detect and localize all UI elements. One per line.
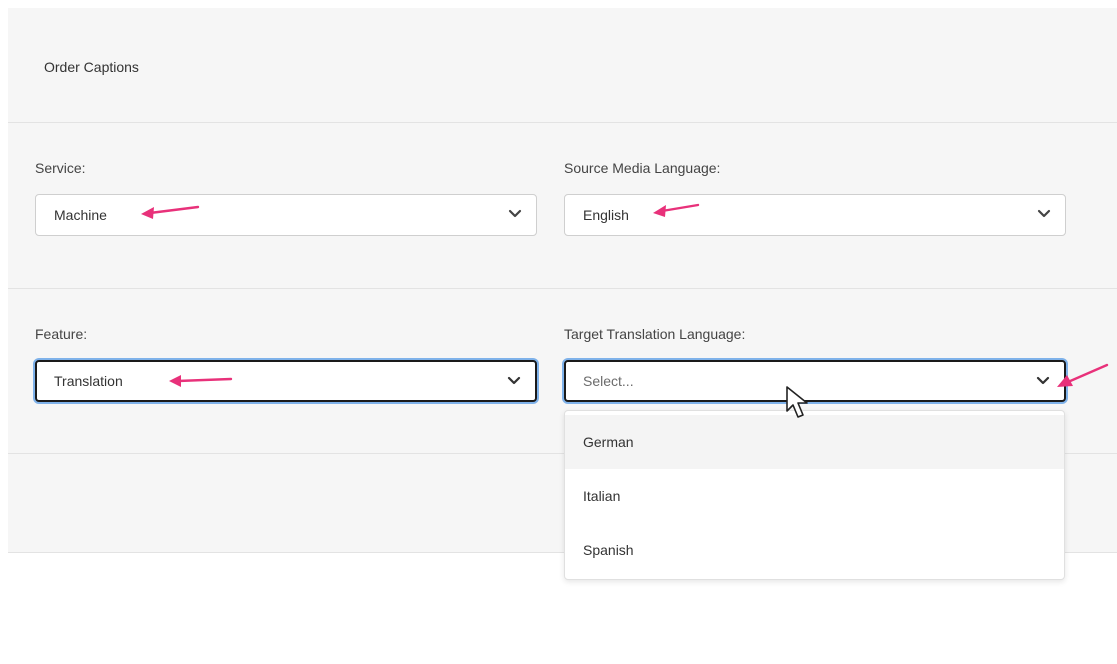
- arrow-left-icon: [653, 203, 700, 217]
- chevron-down-icon[interactable]: [506, 205, 524, 223]
- feature-value: Translation: [54, 373, 123, 389]
- chevron-down-icon[interactable]: [505, 372, 523, 390]
- service-select[interactable]: Machine: [35, 194, 537, 236]
- dropdown-option-german[interactable]: German: [565, 415, 1064, 469]
- source-language-value: English: [583, 207, 629, 223]
- panel-title: Order Captions: [44, 59, 139, 75]
- arrow-left-icon: [1057, 363, 1109, 387]
- divider: [8, 288, 1117, 289]
- target-language-select[interactable]: Select...: [564, 360, 1066, 402]
- dropdown-option-italian[interactable]: Italian: [565, 469, 1064, 523]
- feature-select[interactable]: Translation: [35, 360, 537, 402]
- mouse-pointer-icon: [786, 386, 808, 418]
- source-language-label: Source Media Language:: [564, 160, 721, 176]
- arrow-left-icon: [169, 375, 233, 387]
- divider: [8, 122, 1117, 123]
- feature-label: Feature:: [35, 326, 88, 342]
- chevron-down-icon[interactable]: [1034, 372, 1052, 390]
- target-language-placeholder: Select...: [583, 373, 634, 389]
- target-language-dropdown: German Italian Spanish: [564, 410, 1065, 580]
- source-language-select[interactable]: English: [564, 194, 1066, 236]
- target-language-label: Target Translation Language:: [564, 326, 746, 342]
- dropdown-option-spanish[interactable]: Spanish: [565, 523, 1064, 577]
- service-label: Service:: [35, 160, 86, 176]
- arrow-left-icon: [141, 205, 200, 219]
- chevron-down-icon[interactable]: [1035, 205, 1053, 223]
- service-value: Machine: [54, 207, 107, 223]
